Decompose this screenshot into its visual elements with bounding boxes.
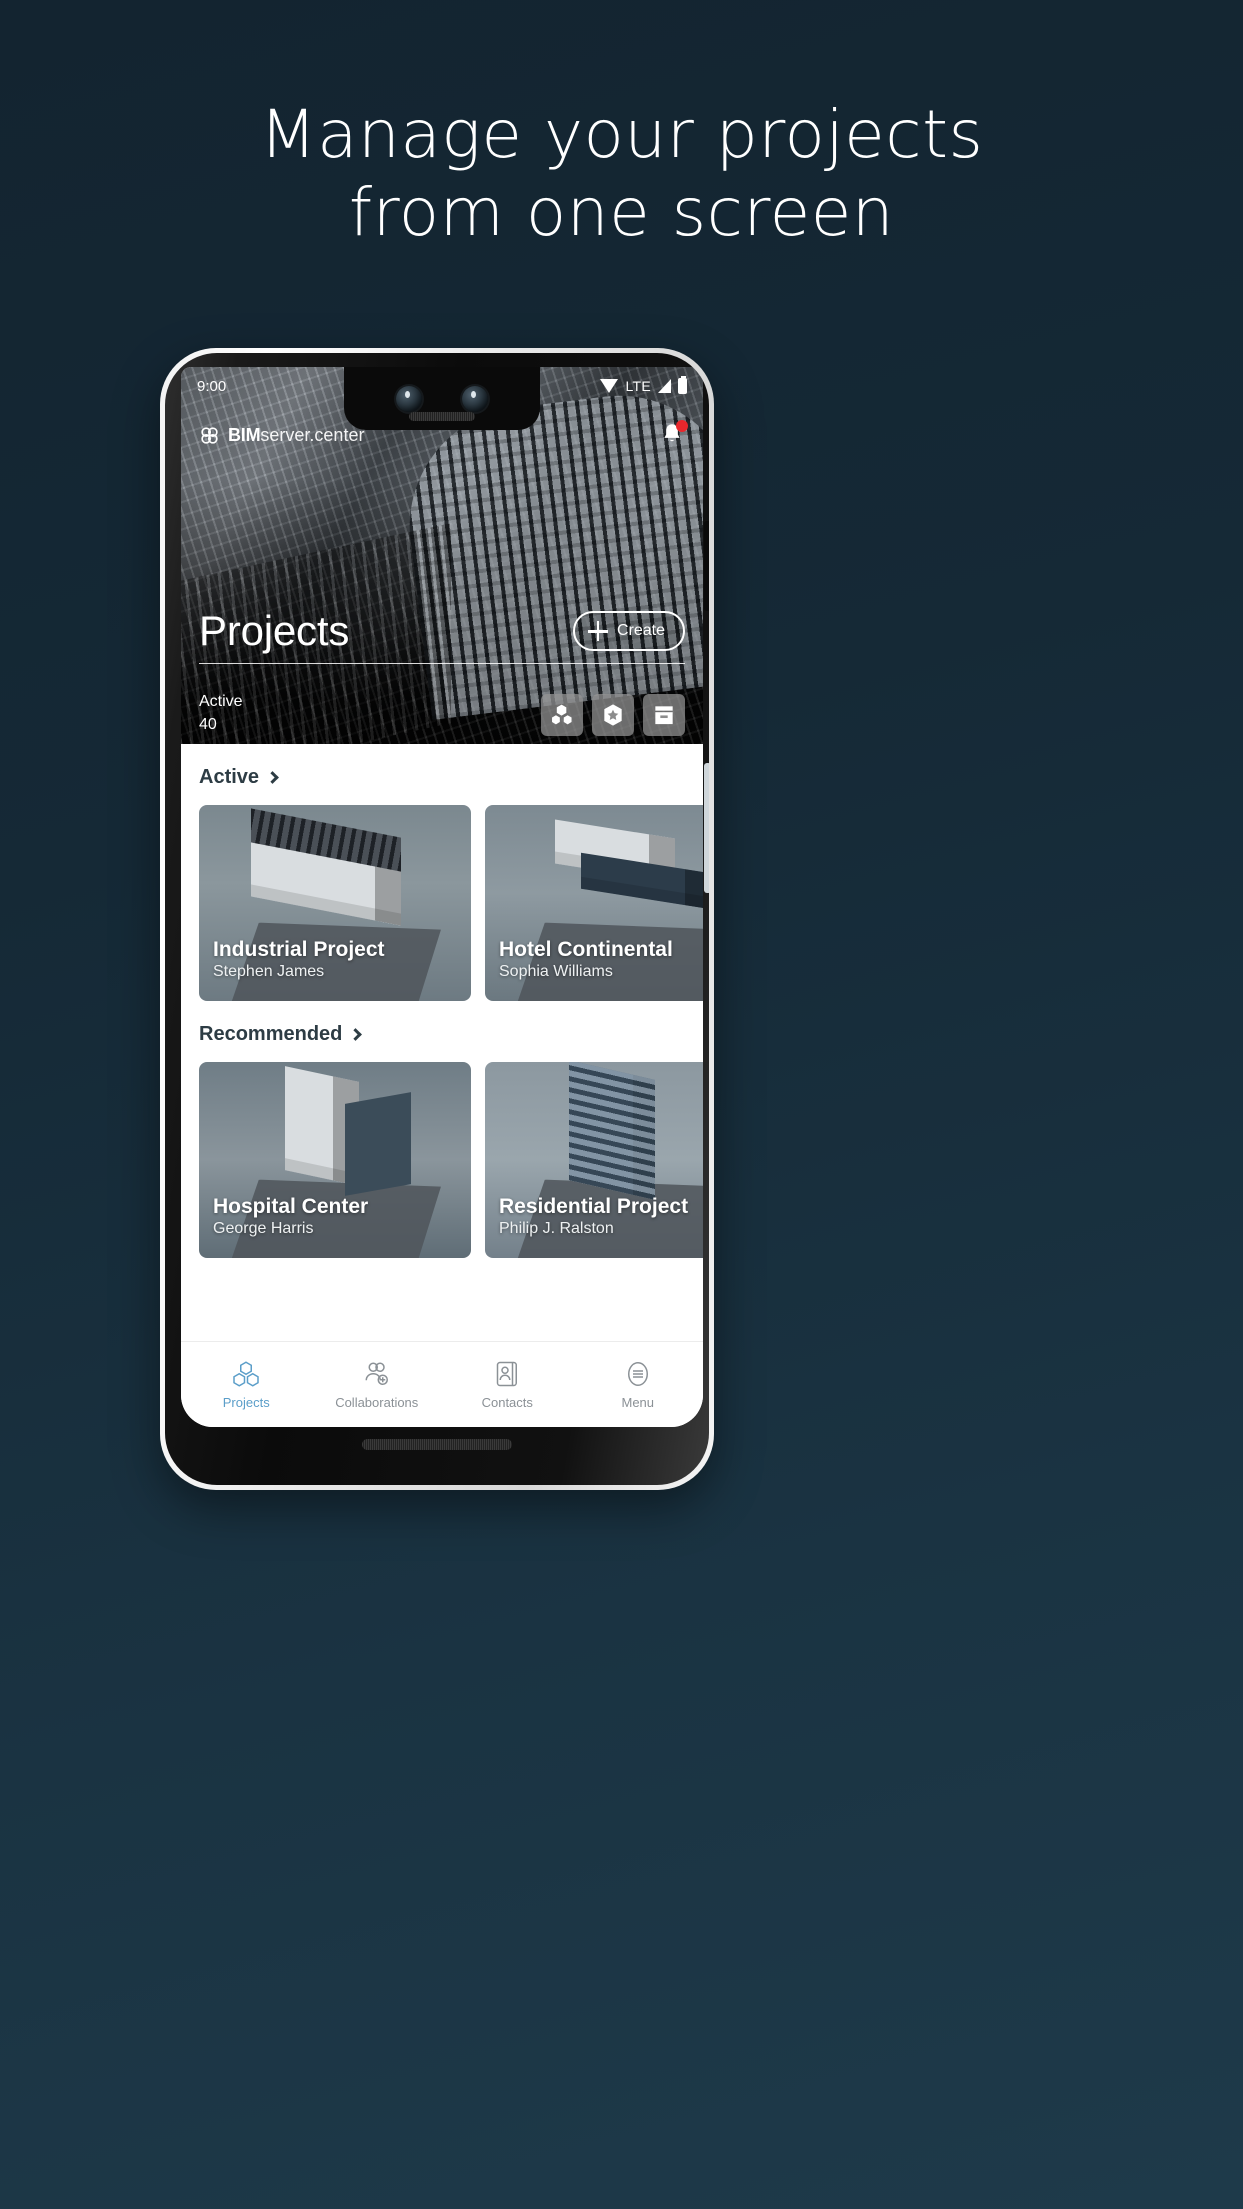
- project-card-text: Residential Project Philip J. Ralston: [499, 1195, 688, 1240]
- page-title: Projects: [199, 607, 350, 654]
- card-row-recommended: Hospital Center George Harris Residentia…: [199, 1062, 703, 1258]
- project-card-author: Stephen James: [213, 963, 325, 981]
- project-card-author: Philip J. Ralston: [499, 1220, 614, 1238]
- chevron-right-icon: [349, 1028, 363, 1041]
- users-add-icon: [365, 1362, 388, 1385]
- section-header-active[interactable]: Active: [199, 744, 685, 805]
- projects-content: Active Industrial Project Stephen James: [181, 744, 703, 1258]
- hamburger-circle-icon: [627, 1362, 648, 1386]
- front-camera-right-icon: [462, 385, 488, 412]
- project-card-text: Industrial Project Stephen James: [213, 938, 385, 983]
- project-card-text: Hospital Center George Harris: [213, 1195, 368, 1240]
- project-card-author: George Harris: [213, 1220, 314, 1238]
- hero-divider: [199, 662, 685, 664]
- bottom-speaker-grille: [362, 1438, 512, 1450]
- phone-body: 9:00 LTE BIMserver.center Projects Creat…: [165, 353, 709, 1485]
- page-headline: Manage your projects from one screen: [0, 96, 1243, 252]
- hero-stats-row: Active 40: [181, 690, 703, 736]
- favorites-star-icon[interactable]: [592, 694, 634, 736]
- cubes-icon: [233, 1361, 259, 1387]
- brand-bold: BIM: [228, 425, 261, 445]
- power-button[interactable]: [704, 521, 709, 611]
- project-card[interactable]: Hospital Center George Harris: [199, 1062, 471, 1258]
- section-title-recommended: Recommended: [199, 1023, 343, 1045]
- brand-text: BIMserver.center: [228, 426, 364, 444]
- plus-icon: [587, 621, 608, 641]
- filter-buttons: [541, 694, 685, 736]
- projects-cubes-icon[interactable]: [541, 694, 583, 736]
- project-card-title: Industrial Project: [213, 938, 385, 962]
- chevron-right-icon: [266, 771, 279, 784]
- bell-icon[interactable]: [659, 420, 688, 449]
- star-hexagon-glyph: [604, 704, 622, 726]
- volume-button[interactable]: [704, 763, 709, 893]
- brand-light: server.center: [260, 425, 365, 445]
- status-time: 9:00: [197, 377, 227, 395]
- project-card-title: Hotel Continental: [499, 938, 673, 962]
- signal-icon: [658, 379, 671, 393]
- project-card[interactable]: Hotel Continental Sophia Williams: [485, 805, 703, 1001]
- cubes-glyph: [552, 704, 572, 725]
- phone-screen: 9:00 LTE BIMserver.center Projects Creat…: [181, 367, 703, 1427]
- project-card-title: Residential Project: [499, 1195, 689, 1219]
- headline-line-2: from one screen: [348, 173, 895, 251]
- card-row-active: Industrial Project Stephen James Hotel C…: [199, 805, 703, 1001]
- project-card-author: Sophia Williams: [499, 963, 613, 981]
- phone-chin: [165, 1403, 709, 1485]
- phone-mockup: 9:00 LTE BIMserver.center Projects Creat…: [160, 348, 714, 1490]
- hero-title-row: Projects Create: [181, 610, 703, 652]
- model-annex: [345, 1092, 411, 1196]
- phone-notch: [344, 367, 540, 430]
- network-label: LTE: [625, 378, 651, 394]
- battery-icon: [678, 376, 687, 394]
- active-stat-value: 40: [199, 715, 217, 733]
- bimserver-logo-icon: [201, 426, 218, 444]
- section-title-active: Active: [199, 766, 260, 788]
- project-card[interactable]: Residential Project Philip J. Ralston: [485, 1062, 703, 1258]
- create-button[interactable]: Create: [572, 611, 685, 651]
- create-button-label: Create: [616, 622, 665, 639]
- app-logo: BIMserver.center: [199, 425, 364, 446]
- hero-header: 9:00 LTE BIMserver.center Projects Creat…: [181, 367, 703, 744]
- project-card-text: Hotel Continental Sophia Williams: [499, 938, 673, 983]
- headline-line-1: Manage your projects: [259, 96, 984, 173]
- active-stat-label: Active: [199, 692, 243, 710]
- archive-glyph: [655, 706, 673, 725]
- notification-badge: [676, 420, 688, 432]
- status-icons: LTE: [600, 376, 687, 394]
- earpiece-speaker: [409, 412, 475, 421]
- project-card[interactable]: Industrial Project Stephen James: [199, 805, 471, 1001]
- address-book-icon: [497, 1361, 518, 1387]
- model-facade: [569, 1062, 655, 1200]
- front-camera-left-icon: [396, 385, 422, 412]
- section-header-recommended[interactable]: Recommended: [199, 1001, 685, 1062]
- archive-box-icon[interactable]: [643, 694, 685, 736]
- project-card-title: Hospital Center: [213, 1195, 369, 1219]
- wifi-icon: [600, 379, 619, 393]
- active-stat: Active 40: [199, 690, 243, 736]
